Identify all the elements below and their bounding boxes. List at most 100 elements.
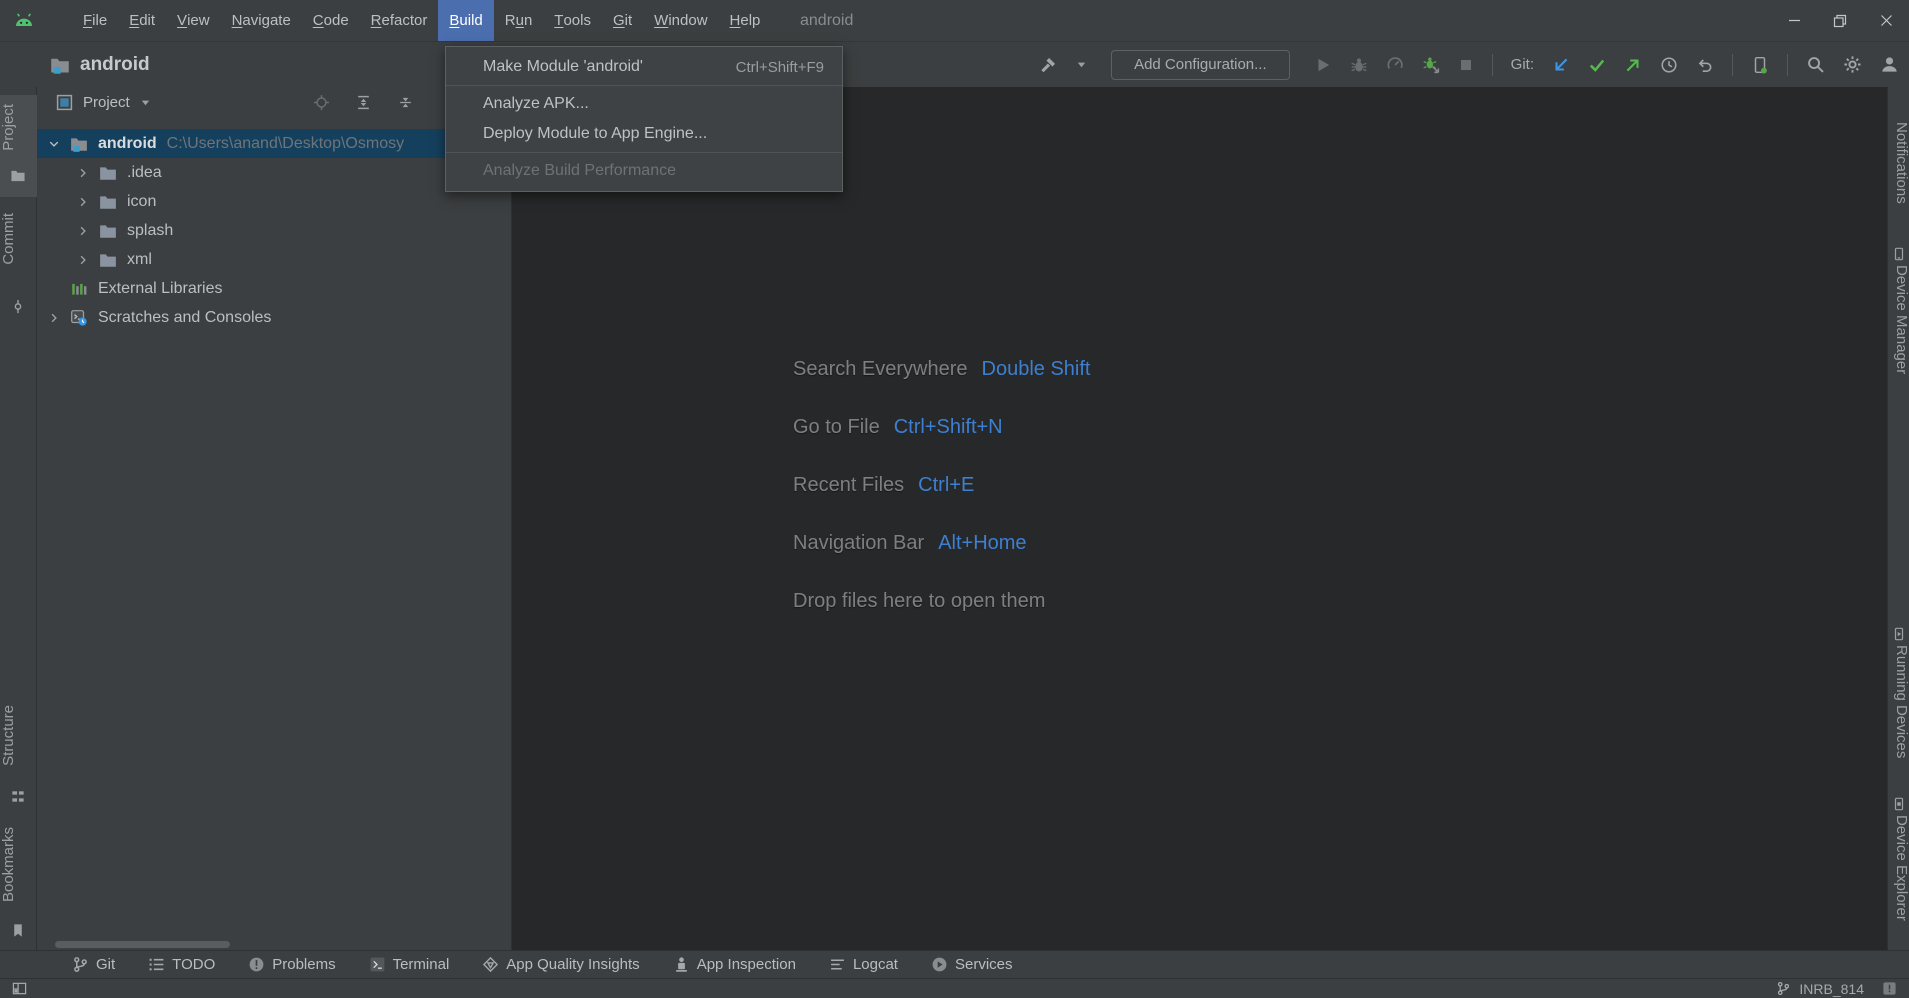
minimize-button[interactable] (1771, 0, 1817, 41)
profile-avatar-icon[interactable] (1880, 55, 1899, 74)
tree-node-name: Scratches and Consoles (98, 309, 271, 327)
close-button[interactable] (1863, 0, 1909, 41)
menu-run[interactable]: Run (494, 0, 544, 41)
horizontal-scrollbar[interactable] (55, 941, 230, 948)
menu-file[interactable]: File (72, 0, 118, 41)
git-push-icon[interactable] (1624, 56, 1642, 74)
stop-icon[interactable] (1458, 57, 1474, 73)
tree-node-name: External Libraries (98, 280, 223, 298)
toolwindow-git[interactable]: Git (72, 956, 115, 973)
rollback-icon[interactable] (1696, 56, 1714, 74)
menu-refactor[interactable]: Refactor (360, 0, 439, 41)
event-log-icon[interactable] (1882, 981, 1897, 996)
bookmarks-stripe-icon[interactable] (11, 923, 26, 938)
expand-all-icon[interactable] (355, 94, 372, 111)
folder-icon (99, 193, 117, 211)
menu-item-make-module[interactable]: Make Module 'android' Ctrl+Shift+F9 (446, 52, 842, 82)
sidebar-item-project[interactable]: Project (0, 104, 37, 151)
tree-row-xml[interactable]: xml (37, 245, 511, 274)
sidebar-item-device-explorer[interactable]: Device Explorer (1888, 815, 1909, 921)
toolwindow-app-inspection[interactable]: App Inspection (673, 956, 796, 973)
app-inspection-icon (673, 956, 690, 973)
tree-row-scratches[interactable]: Scratches and Consoles (37, 303, 511, 332)
menu-code[interactable]: Code (302, 0, 360, 41)
tree-row-idea[interactable]: .idea (37, 158, 511, 187)
sidebar-item-notifications[interactable]: Notifications (1888, 122, 1909, 204)
editor-area: Search Everywhere Double Shift Go to Fil… (512, 87, 1887, 950)
project-panel-title[interactable]: Project (83, 94, 130, 111)
menu-separator (446, 152, 842, 153)
right-tool-stripe: Notifications Device Manager Running Dev… (1887, 87, 1909, 950)
device-selector-icon[interactable] (1751, 56, 1769, 74)
chevron-right-icon[interactable] (75, 254, 91, 266)
menu-help[interactable]: Help (719, 0, 772, 41)
chevron-down-icon[interactable] (46, 138, 62, 150)
toolwindow-logcat[interactable]: Logcat (829, 956, 898, 973)
device-manager-icon[interactable] (1892, 247, 1906, 261)
structure-stripe-icon[interactable] (11, 789, 26, 804)
project-folder-icon (50, 55, 70, 75)
tree-row-android[interactable]: android C:\Users\anand\Desktop\Osmosy (37, 129, 511, 158)
run-icon[interactable] (1314, 56, 1332, 74)
locate-file-icon[interactable] (313, 94, 330, 111)
chevron-right-icon[interactable] (75, 196, 91, 208)
project-stripe-folder-icon[interactable] (11, 168, 26, 183)
menu-navigate[interactable]: Navigate (221, 0, 302, 41)
running-devices-icon[interactable] (1892, 627, 1906, 641)
git-branch-icon (72, 956, 89, 973)
git-branch-name[interactable]: INRB_814 (1799, 981, 1864, 997)
project-widget[interactable]: android (0, 54, 150, 76)
menu-edit[interactable]: Edit (118, 0, 166, 41)
sidebar-item-bookmarks[interactable]: Bookmarks (0, 827, 37, 902)
left-tool-stripe: Project Commit Structure Bookmarks (0, 87, 37, 950)
menu-window[interactable]: Window (643, 0, 718, 41)
menu-build[interactable]: Build (438, 0, 493, 41)
tool-window-switcher-icon[interactable] (12, 981, 27, 996)
toolwindow-terminal[interactable]: Terminal (369, 956, 450, 973)
commit-stripe-icon[interactable] (11, 299, 26, 314)
tree-node-name: android (98, 135, 157, 153)
shortcut-row: Drop files here to open them (793, 572, 1091, 630)
debug-icon[interactable] (1350, 56, 1368, 74)
build-hammer-icon[interactable] (1039, 55, 1058, 74)
tree-row-external-libraries[interactable]: External Libraries (37, 274, 511, 303)
sidebar-item-device-manager[interactable]: Device Manager (1888, 265, 1909, 374)
sidebar-item-running-devices[interactable]: Running Devices (1888, 645, 1909, 758)
menu-git[interactable]: Git (602, 0, 643, 41)
toolwindow-services[interactable]: Services (931, 956, 1013, 973)
sidebar-item-structure[interactable]: Structure (0, 705, 37, 766)
settings-gear-icon[interactable] (1843, 55, 1862, 74)
restore-button[interactable] (1817, 0, 1863, 41)
add-configuration-button[interactable]: Add Configuration... (1111, 50, 1290, 80)
attach-debugger-icon[interactable] (1422, 56, 1440, 74)
toolwindow-label: Terminal (393, 956, 450, 973)
toolbar-right: Add Configuration... Git: (1039, 50, 1909, 80)
project-view-icon (56, 94, 73, 111)
tree-row-icon[interactable]: icon (37, 187, 511, 216)
git-commit-check-icon[interactable] (1588, 56, 1606, 74)
git-update-icon[interactable] (1552, 56, 1570, 74)
chevron-right-icon[interactable] (46, 312, 62, 324)
tree-row-splash[interactable]: splash (37, 216, 511, 245)
project-tool-window: Project android C:\Users\anand\Desktop\O… (37, 87, 512, 950)
todo-list-icon (148, 956, 165, 973)
chevron-right-icon[interactable] (75, 225, 91, 237)
profiler-icon[interactable] (1386, 56, 1404, 74)
menu-view[interactable]: View (166, 0, 221, 41)
toolwindow-app-quality-insights[interactable]: App Quality Insights (482, 956, 639, 973)
menu-item-deploy-app-engine[interactable]: Deploy Module to App Engine... (446, 119, 842, 149)
menu-tools[interactable]: Tools (543, 0, 602, 41)
toolwindow-todo[interactable]: TODO (148, 956, 215, 973)
shortcut-label: Navigation Bar (793, 532, 924, 555)
sidebar-item-commit[interactable]: Commit (0, 213, 37, 265)
chevron-down-icon[interactable] (1076, 59, 1087, 70)
project-view-caret-icon[interactable] (140, 97, 151, 108)
chevron-right-icon[interactable] (75, 167, 91, 179)
history-icon[interactable] (1660, 56, 1678, 74)
menu-item-analyze-apk[interactable]: Analyze APK... (446, 89, 842, 119)
search-icon[interactable] (1806, 55, 1825, 74)
toolwindow-problems[interactable]: Problems (248, 956, 335, 973)
shortcut-keys: Ctrl+Shift+N (894, 416, 1003, 439)
device-explorer-icon[interactable] (1892, 797, 1906, 811)
collapse-all-icon[interactable] (397, 94, 414, 111)
